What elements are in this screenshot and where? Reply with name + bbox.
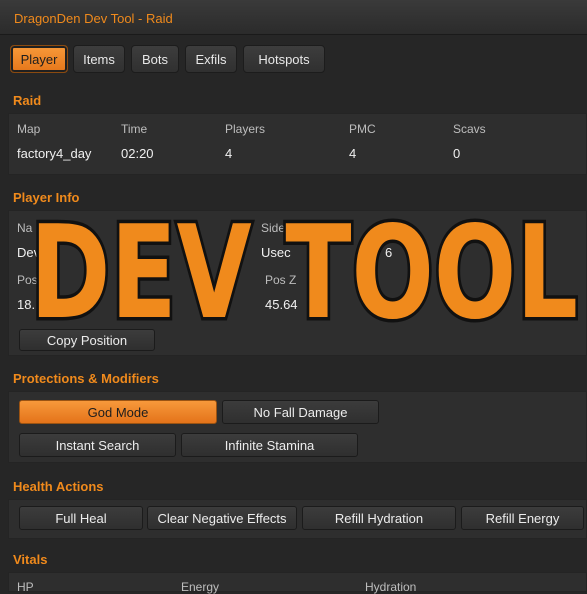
vitals-col-energy: Energy bbox=[181, 580, 220, 594]
tab-items[interactable]: Items bbox=[73, 45, 125, 73]
health-actions-panel: Full Heal Clear Negative Effects Refill … bbox=[8, 499, 587, 539]
raid-players-value: 4 bbox=[225, 146, 233, 161]
no-fall-damage-toggle[interactable]: No Fall Damage bbox=[222, 400, 379, 424]
title-bar: DragonDen Dev Tool - Raid bbox=[0, 0, 587, 35]
refill-energy-button[interactable]: Refill Energy bbox=[461, 506, 584, 530]
vitals-col-hp: HP bbox=[17, 580, 34, 594]
god-mode-toggle[interactable]: God Mode bbox=[19, 400, 217, 424]
health-actions-heading: Health Actions bbox=[13, 479, 104, 494]
raid-col-pmc: PMC bbox=[349, 122, 376, 136]
player-info-heading: Player Info bbox=[13, 190, 80, 205]
tab-bots[interactable]: Bots bbox=[131, 45, 179, 73]
raid-col-players: Players bbox=[225, 122, 266, 136]
protections-heading: Protections & Modifiers bbox=[13, 371, 159, 386]
dev-tool-banner-text: DEV TOOL bbox=[30, 205, 578, 335]
tab-exfils[interactable]: Exfils bbox=[185, 45, 237, 73]
tab-player[interactable]: Player bbox=[10, 45, 68, 73]
dev-tool-banner: DEV TOOL bbox=[22, 205, 587, 335]
instant-search-toggle[interactable]: Instant Search bbox=[19, 433, 176, 457]
raid-heading: Raid bbox=[13, 93, 42, 108]
raid-time-value: 02:20 bbox=[121, 146, 154, 161]
raid-col-time: Time bbox=[121, 122, 148, 136]
clear-negative-effects-button[interactable]: Clear Negative Effects bbox=[147, 506, 297, 530]
raid-col-scavs: Scavs bbox=[453, 122, 486, 136]
raid-scavs-value: 0 bbox=[453, 146, 461, 161]
raid-pmc-value: 4 bbox=[349, 146, 357, 161]
window-title: DragonDen Dev Tool - Raid bbox=[14, 11, 173, 26]
raid-map-value: factory4_day bbox=[17, 146, 92, 161]
dev-tool-banner-graphic: DEV TOOL bbox=[27, 205, 582, 335]
vitals-col-hydration: Hydration bbox=[365, 580, 417, 594]
protections-panel: God Mode No Fall Damage Instant Search I… bbox=[8, 391, 587, 463]
raid-panel: Map Time Players PMC Scavs factory4_day … bbox=[8, 113, 587, 175]
raid-col-map: Map bbox=[17, 122, 41, 136]
full-heal-button[interactable]: Full Heal bbox=[19, 506, 143, 530]
infinite-stamina-toggle[interactable]: Infinite Stamina bbox=[181, 433, 358, 457]
vitals-heading: Vitals bbox=[13, 552, 48, 567]
vitals-panel: HP Energy Hydration bbox=[8, 572, 587, 594]
tab-hotspots[interactable]: Hotspots bbox=[243, 45, 325, 73]
refill-hydration-button[interactable]: Refill Hydration bbox=[302, 506, 456, 530]
